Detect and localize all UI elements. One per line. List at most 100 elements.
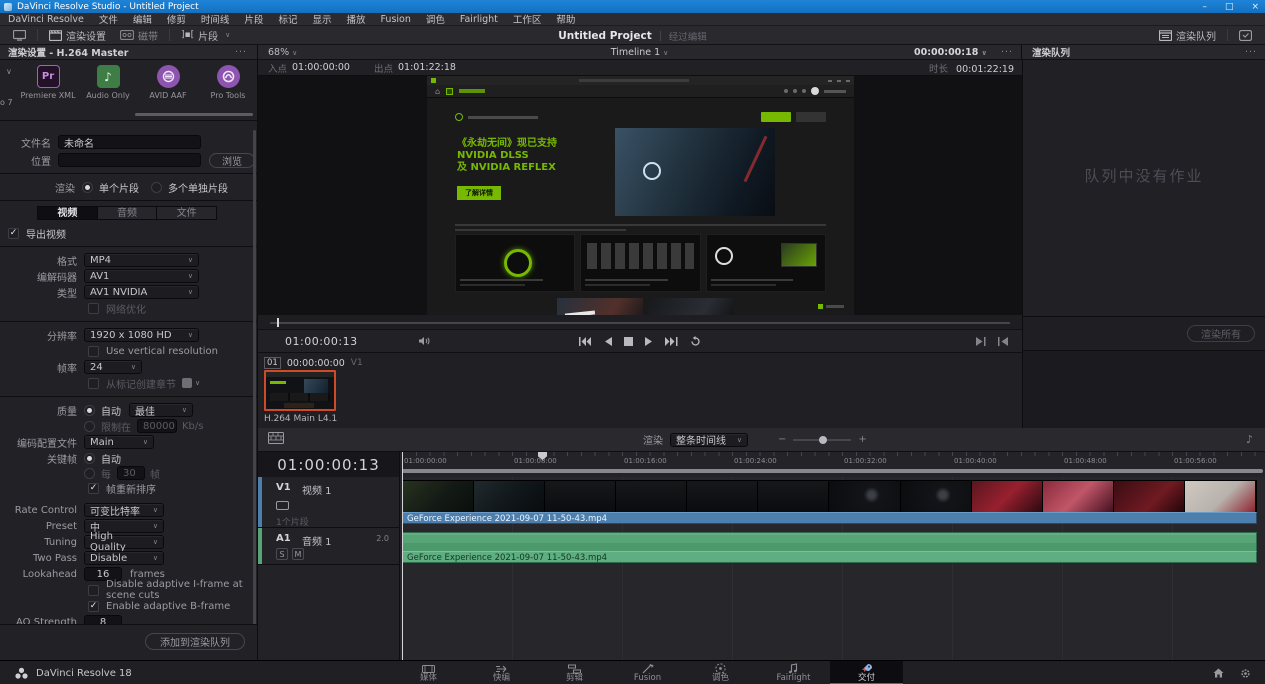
browse-button[interactable]: 浏览 [209,153,255,168]
two-pass-select[interactable]: Disable∨ [84,551,164,565]
page-deliver[interactable]: 交付 [830,661,903,684]
playhead-line[interactable] [402,452,403,660]
tab-file[interactable]: 文件 [157,207,216,219]
type-select[interactable]: AV1 NVIDIA∨ [84,285,199,299]
zoom-in-icon[interactable]: + [858,434,866,445]
track-lanes[interactable]: GeForce Experience 2021-09-07 11-50-43.m… [400,477,1265,660]
page-media[interactable]: 媒体 [392,661,465,684]
framerate-select[interactable]: 24∨ [84,360,142,374]
options-menu-icon[interactable]: ··· [235,47,247,58]
zoom-slider-handle[interactable] [819,436,827,444]
adaptive-bframe-checkbox[interactable]: ✓ [88,601,99,612]
menu-davinci-resolve[interactable]: DaVinci Resolve [8,14,84,25]
timeline-scrollbar[interactable] [402,469,1263,473]
resolution-select[interactable]: 1920 x 1080 HD∨ [84,328,199,342]
audio-clip[interactable]: GeForce Experience 2021-09-07 11-50-43.m… [402,532,1257,563]
menu-timeline[interactable]: 时间线 [201,12,230,26]
play-from-in-button[interactable] [998,337,1008,346]
page-cut[interactable]: 快编 [465,661,538,684]
render-all-button[interactable]: 渲染所有 [1187,325,1255,342]
export-video-checkbox[interactable]: ✓ [8,228,19,239]
zoom-out-icon[interactable]: − [778,434,786,445]
clean-feed-icon[interactable] [6,28,33,43]
video-track-header[interactable]: V1 视频 1 1个片段 [258,477,399,528]
solo-button[interactable]: S [276,548,288,560]
radio-keyframes-auto[interactable] [84,453,95,464]
radio-quality-auto[interactable] [84,405,95,416]
filename-input[interactable]: 未命名 [58,135,201,149]
page-fairlight[interactable]: Fairlight [757,661,830,684]
frame-reordering-checkbox[interactable]: ✓ [88,483,99,494]
play-to-out-button[interactable] [976,337,986,346]
viewer-stage[interactable]: ⌂ 《永劫无间》现已支持 NVIDIA DLSS 及 NVIDIA REFLEX [258,76,1022,315]
render-queue-toggle-button[interactable]: 渲染队列 [1152,28,1223,43]
viewer-timecode[interactable]: 00:00:00:18∨ [914,47,987,58]
menu-workspace[interactable]: 工作区 [513,12,542,26]
play-button[interactable] [645,337,653,346]
menu-view[interactable]: 显示 [312,12,331,26]
preset-partial[interactable]: ∨ o 7 [0,65,18,107]
radio-quality-restrict[interactable] [84,421,95,432]
marker-color-swatch[interactable] [182,378,192,388]
audio-track-header[interactable]: A1 音频 1 2.0 S M [258,528,399,565]
preset-scrollbar[interactable] [135,113,253,116]
tuning-select[interactable]: High Quality∨ [84,535,164,549]
viewer-options-icon[interactable]: ··· [1001,47,1013,58]
preset-avid-aaf[interactable]: AVID AAF [138,65,198,100]
scrub-track[interactable] [270,322,1010,324]
mute-button[interactable]: M [292,548,304,560]
maximize-button[interactable]: □ [1225,2,1234,12]
menu-trim[interactable]: 修剪 [167,12,186,26]
auto-select-icon[interactable] [276,501,289,510]
menu-help[interactable]: 帮助 [556,12,575,26]
timeline-view-icon[interactable] [268,432,284,447]
menu-fairlight[interactable]: Fairlight [460,14,498,25]
audio-waveform-toggle-icon[interactable]: ♪ [1246,433,1253,446]
menu-file[interactable]: 文件 [99,12,118,26]
codec-select[interactable]: AV1∨ [84,269,199,283]
vertical-resolution-checkbox[interactable] [88,346,99,357]
format-select[interactable]: MP4∨ [84,253,199,267]
location-input[interactable] [58,153,201,167]
tape-button[interactable]: 磁带 [113,28,165,43]
page-edit[interactable]: 剪辑 [538,661,611,684]
radio-keyframes-every[interactable] [84,468,95,479]
keyframe-interval-input[interactable]: 30 [117,466,145,480]
menu-fusion[interactable]: Fusion [380,14,410,25]
menu-clip[interactable]: 片段 [244,12,263,26]
home-button[interactable] [1213,668,1224,678]
profile-select[interactable]: Main∨ [84,435,154,449]
preset-premiere-xml[interactable]: Pr Premiere XML [18,65,78,100]
menu-mark[interactable]: 标记 [278,12,297,26]
render-clip-thumbnail[interactable] [264,370,336,411]
rate-control-select[interactable]: 可变比特率∨ [84,503,164,517]
close-button[interactable]: × [1251,2,1259,12]
network-optimization-checkbox[interactable] [88,303,99,314]
viewer-scrub-bar[interactable] [258,315,1022,330]
radio-multiple-clips[interactable] [151,182,162,193]
loop-button[interactable] [690,336,701,347]
play-reverse-button[interactable] [604,337,612,346]
timeline-ruler[interactable]: 01:00:00:00 01:00:08:00 01:00:16:00 01:0… [400,452,1265,477]
page-color[interactable]: 调色 [684,661,757,684]
radio-single-clip[interactable] [82,182,93,193]
chevron-down-icon[interactable]: ∨ [195,379,200,387]
chapters-checkbox[interactable] [88,378,99,389]
add-to-render-queue-button[interactable]: 添加到渲染队列 [145,633,245,650]
tab-video[interactable]: 视频 [38,207,98,219]
adaptive-iframe-checkbox[interactable] [88,585,99,596]
minimize-button[interactable]: – [1202,2,1207,12]
panel-layout-toggle[interactable] [1232,28,1259,43]
last-frame-button[interactable] [665,337,678,346]
settings-scrollbar[interactable] [253,130,256,650]
page-fusion[interactable]: Fusion [611,661,684,684]
preset-audio-only[interactable]: ♪ Audio Only [78,65,138,100]
render-mode-select[interactable]: 整条时间线∨ [670,433,748,447]
video-clip[interactable]: GeForce Experience 2021-09-07 11-50-43.m… [402,480,1257,524]
menu-edit[interactable]: 编辑 [133,12,152,26]
scrub-playhead[interactable] [277,318,279,327]
preset-pro-tools[interactable]: Pro Tools [198,65,257,100]
queue-options-icon[interactable]: ··· [1245,47,1257,58]
tab-audio[interactable]: 音频 [98,207,158,219]
render-settings-button[interactable]: 渲染设置 [42,28,113,43]
